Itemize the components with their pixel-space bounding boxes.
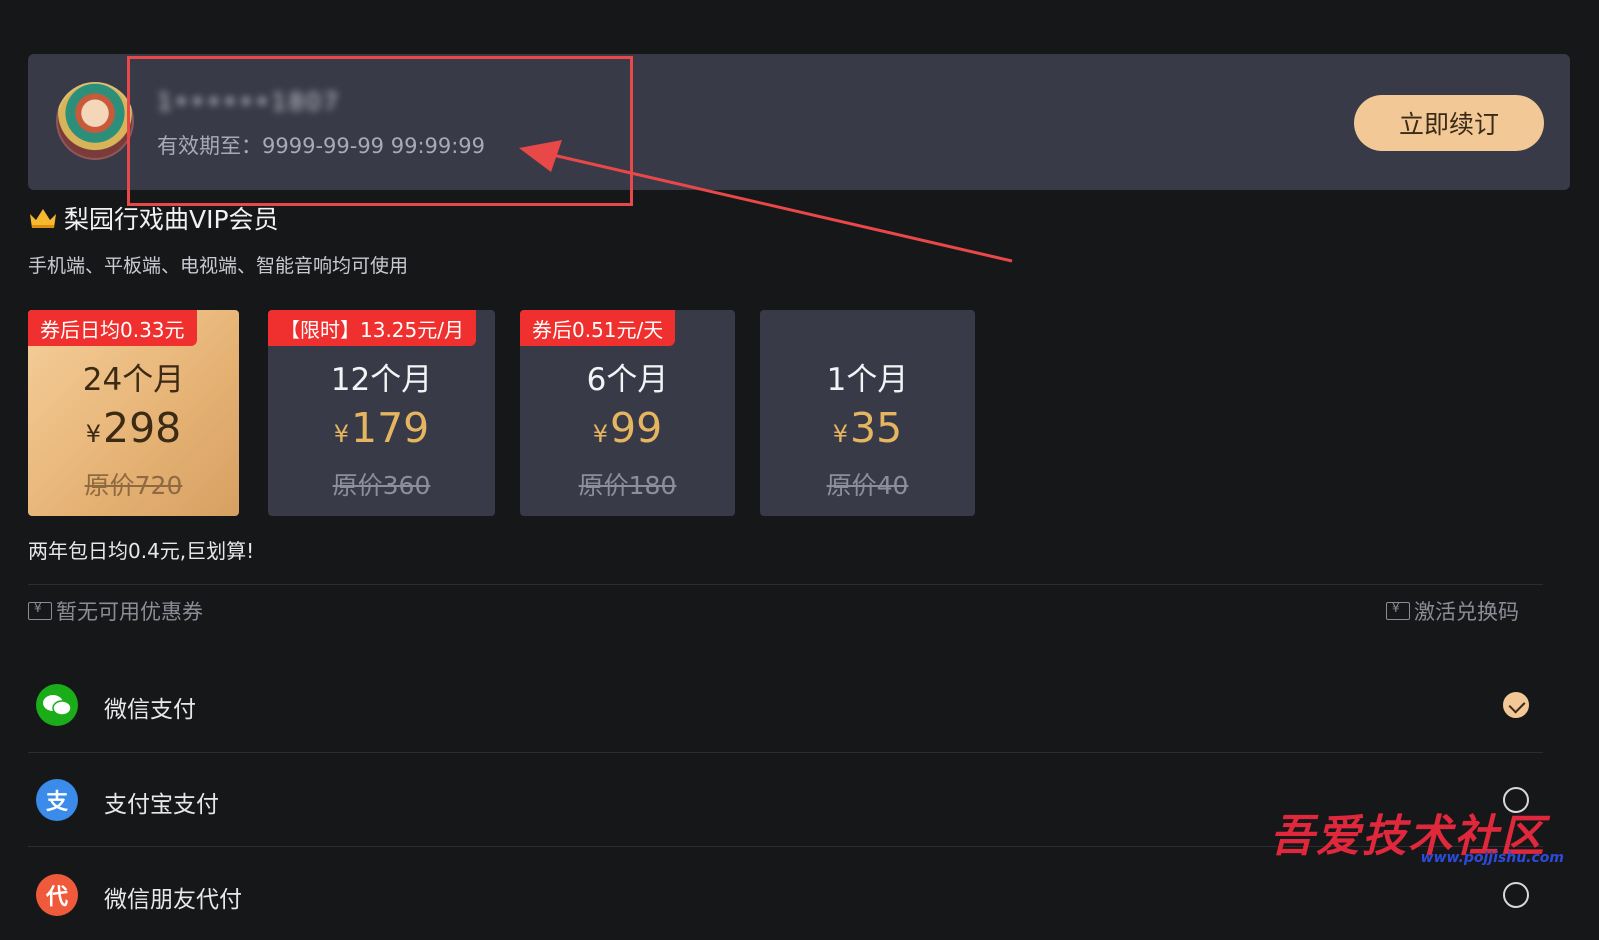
- plan-original-price: 原价180: [578, 471, 677, 500]
- plan-price: ¥99: [592, 404, 663, 452]
- divider: [28, 584, 1543, 585]
- plan-original-price: 原价360: [332, 471, 431, 500]
- renew-button[interactable]: 立即续订: [1354, 95, 1544, 151]
- friend-pay-icon: 代: [36, 874, 78, 916]
- watermark-url: www.pojjishu.com: [1420, 850, 1564, 866]
- plan-card-24m[interactable]: 券后日均0.33元 24个月 ¥298 原价720: [28, 310, 239, 516]
- ticket-icon: [28, 601, 52, 620]
- plan-tag: 券后日均0.33元: [28, 310, 197, 346]
- plan-card-1m[interactable]: 1个月 ¥35 原价40: [760, 310, 975, 516]
- plan-price: ¥35: [832, 404, 903, 452]
- plan-duration: 12个月: [330, 362, 433, 398]
- membership-title: 梨园行戏曲VIP会员: [28, 200, 279, 236]
- avatar: [56, 82, 134, 160]
- crown-icon: [30, 209, 56, 228]
- redeem-label: 激活兑换码: [1414, 600, 1519, 624]
- plan-duration: 1个月: [826, 362, 909, 398]
- plan-original-price: 原价40: [826, 471, 909, 500]
- plan-tag: 【限时】13.25元/月: [268, 310, 476, 346]
- payment-label: 微信支付: [104, 697, 196, 723]
- redeem-code-link[interactable]: 激活兑换码: [1386, 596, 1519, 626]
- annotation-highlight-box: [127, 56, 633, 206]
- plan-tag: 券后0.51元/天: [520, 310, 676, 346]
- plan-price: ¥298: [85, 404, 182, 452]
- plan-duration: 24个月: [82, 362, 185, 398]
- membership-subtitle: 手机端、平板端、电视端、智能音响均可使用: [28, 255, 409, 277]
- plan-card-12m[interactable]: 【限时】13.25元/月 12个月 ¥179 原价360: [268, 310, 495, 516]
- payment-label: 支付宝支付: [104, 792, 219, 818]
- plan-card-6m[interactable]: 券后0.51元/天 6个月 ¥99 原价180: [520, 310, 735, 516]
- coupon-row[interactable]: 暂无可用优惠券: [28, 596, 203, 626]
- payment-label: 微信朋友代付: [104, 887, 242, 913]
- alipay-icon: 支: [36, 779, 78, 821]
- payment-row-wechat[interactable]: 微信支付: [28, 660, 1543, 750]
- divider: [28, 752, 1543, 753]
- coupon-label: 暂无可用优惠券: [56, 600, 203, 624]
- wechat-icon: [36, 684, 78, 726]
- payment-radio-selected[interactable]: [1503, 692, 1529, 718]
- promo-text: 两年包日均0.4元,巨划算!: [28, 539, 255, 563]
- plan-original-price: 原价720: [84, 471, 183, 500]
- plan-price: ¥179: [333, 404, 430, 452]
- plan-duration: 6个月: [586, 362, 669, 398]
- payment-radio[interactable]: [1503, 882, 1529, 908]
- membership-title-text: 梨园行戏曲VIP会员: [64, 205, 279, 234]
- code-icon: [1386, 601, 1410, 620]
- watermark: 吾爱技术社区 www.pojjishu.com: [1270, 800, 1570, 870]
